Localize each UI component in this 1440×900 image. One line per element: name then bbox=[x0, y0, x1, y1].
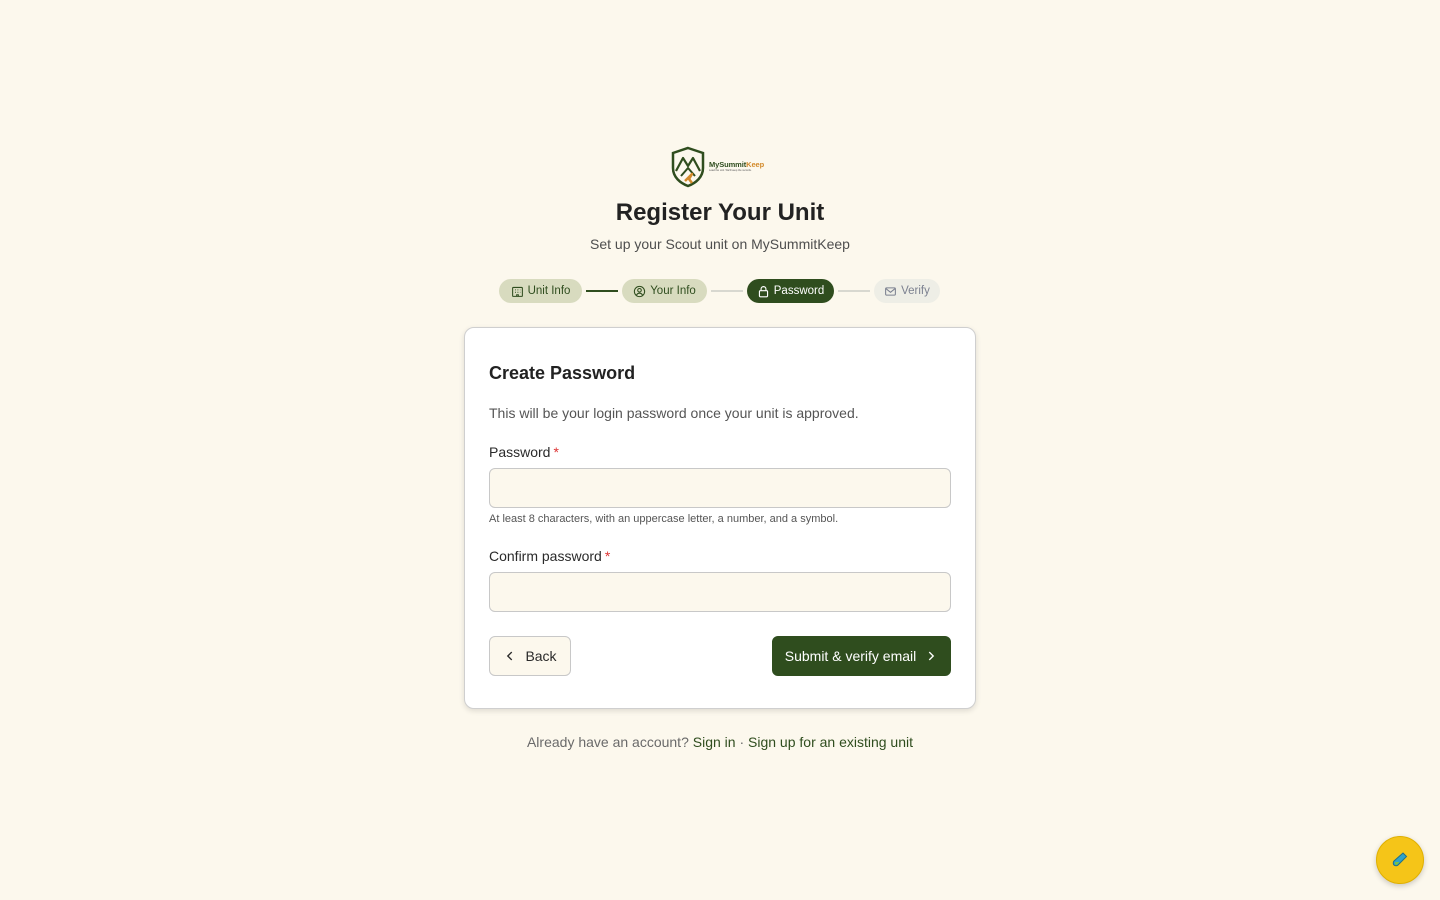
lock-icon bbox=[758, 285, 768, 297]
step-connector bbox=[838, 290, 870, 292]
step-connector bbox=[586, 290, 618, 292]
floating-test-button[interactable] bbox=[1376, 836, 1424, 884]
password-input[interactable] bbox=[489, 468, 951, 508]
step-label: Verify bbox=[901, 285, 930, 297]
confirm-password-input[interactable] bbox=[489, 572, 951, 612]
step-connector bbox=[711, 290, 743, 292]
page-title: Register Your Unit bbox=[615, 199, 825, 226]
brand-logo: MySummitKeep Lead the unit. We'll keep t… bbox=[670, 146, 770, 188]
card-description: This will be your login password once yo… bbox=[489, 405, 859, 421]
step-label: Your Info bbox=[650, 285, 696, 297]
create-password-card: Create Password This will be your login … bbox=[464, 327, 976, 709]
footer-prompt: Already have an account? bbox=[526, 734, 689, 750]
registration-stepper: Unit Info Your Info Password Verify bbox=[0, 279, 1440, 303]
auth-footer: Already have an account? Sign in · Sign … bbox=[0, 734, 1440, 750]
brand-wordmark: MySummitKeep Lead the unit. We'll keep t… bbox=[709, 161, 764, 172]
step-label: Unit Info bbox=[527, 285, 571, 297]
confirm-password-label: Confirm password * bbox=[489, 548, 610, 564]
page-subtitle: Set up your Scout unit on MySummitKeep bbox=[590, 236, 850, 252]
step-password: Password bbox=[747, 279, 834, 303]
step-label: Password bbox=[773, 285, 825, 297]
step-unit-info: Unit Info bbox=[499, 279, 582, 303]
step-your-info: Your Info bbox=[622, 279, 707, 303]
required-marker: * bbox=[553, 444, 559, 460]
chevron-right-icon bbox=[928, 651, 935, 661]
chevron-left-icon bbox=[507, 651, 513, 661]
back-button-label: Back bbox=[525, 648, 557, 664]
password-label-text: Password bbox=[489, 444, 551, 460]
step-verify: Verify bbox=[874, 279, 940, 303]
card-title: Create Password bbox=[489, 363, 636, 383]
password-hint: At least 8 characters, with an uppercase… bbox=[489, 513, 839, 525]
sign-in-link[interactable]: Sign in bbox=[693, 734, 736, 750]
submit-button-label: Submit & verify email bbox=[784, 648, 917, 664]
building-icon bbox=[511, 286, 523, 297]
existing-unit-signup-link[interactable]: Sign up for an existing unit bbox=[748, 734, 913, 750]
brand-tagline: Lead the unit. We'll keep the records. bbox=[709, 168, 752, 172]
mountain-shield-icon bbox=[671, 146, 705, 188]
footer-separator: · bbox=[739, 734, 745, 750]
submit-verify-button[interactable]: Submit & verify email bbox=[772, 636, 951, 676]
password-label: Password * bbox=[489, 444, 559, 460]
confirm-password-label-text: Confirm password bbox=[489, 548, 602, 564]
test-tube-icon bbox=[1392, 852, 1408, 867]
user-circle-icon bbox=[634, 285, 646, 297]
brand-name: MySummitKeep bbox=[709, 160, 765, 170]
mail-icon bbox=[885, 286, 897, 296]
back-button[interactable]: Back bbox=[489, 636, 571, 676]
required-marker: * bbox=[604, 548, 611, 564]
